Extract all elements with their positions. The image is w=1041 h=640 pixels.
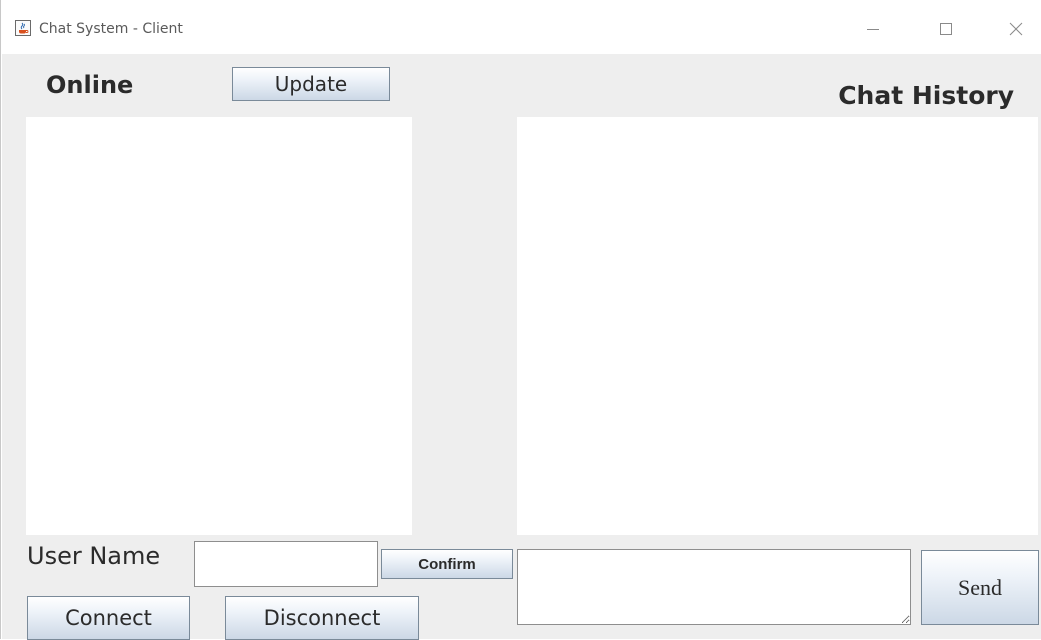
chat-client-window: Chat System - Client Online Update Chat … bbox=[0, 0, 1041, 640]
online-users-list[interactable] bbox=[26, 117, 412, 535]
send-button-label: Send bbox=[958, 574, 1002, 600]
java-coffee-cup-icon bbox=[15, 20, 31, 36]
message-input[interactable] bbox=[517, 549, 911, 625]
online-label: Online bbox=[46, 71, 134, 99]
update-button-label: Update bbox=[274, 72, 348, 96]
window-title: Chat System - Client bbox=[39, 21, 183, 37]
confirm-button[interactable]: Confirm bbox=[381, 549, 513, 579]
connect-button-label: Connect bbox=[65, 606, 152, 630]
close-button[interactable] bbox=[1001, 14, 1031, 44]
close-icon bbox=[1009, 22, 1023, 36]
user-name-input[interactable] bbox=[194, 541, 378, 587]
disconnect-button-label: Disconnect bbox=[263, 606, 381, 630]
send-button[interactable]: Send bbox=[921, 550, 1039, 625]
title-bar[interactable]: Chat System - Client bbox=[1, 0, 1041, 54]
user-name-label: User Name bbox=[27, 542, 161, 570]
maximize-button[interactable] bbox=[931, 14, 961, 44]
minimize-button[interactable] bbox=[858, 14, 888, 44]
maximize-icon bbox=[940, 23, 952, 35]
chat-history-area[interactable] bbox=[517, 117, 1038, 535]
client-area: Online Update Chat History User Name Con… bbox=[2, 54, 1041, 640]
connect-button[interactable]: Connect bbox=[27, 596, 190, 640]
update-button[interactable]: Update bbox=[232, 67, 390, 101]
minimize-icon bbox=[867, 29, 879, 30]
disconnect-button[interactable]: Disconnect bbox=[225, 596, 419, 640]
chat-history-label: Chat History bbox=[838, 81, 1014, 110]
confirm-button-label: Confirm bbox=[418, 555, 476, 573]
